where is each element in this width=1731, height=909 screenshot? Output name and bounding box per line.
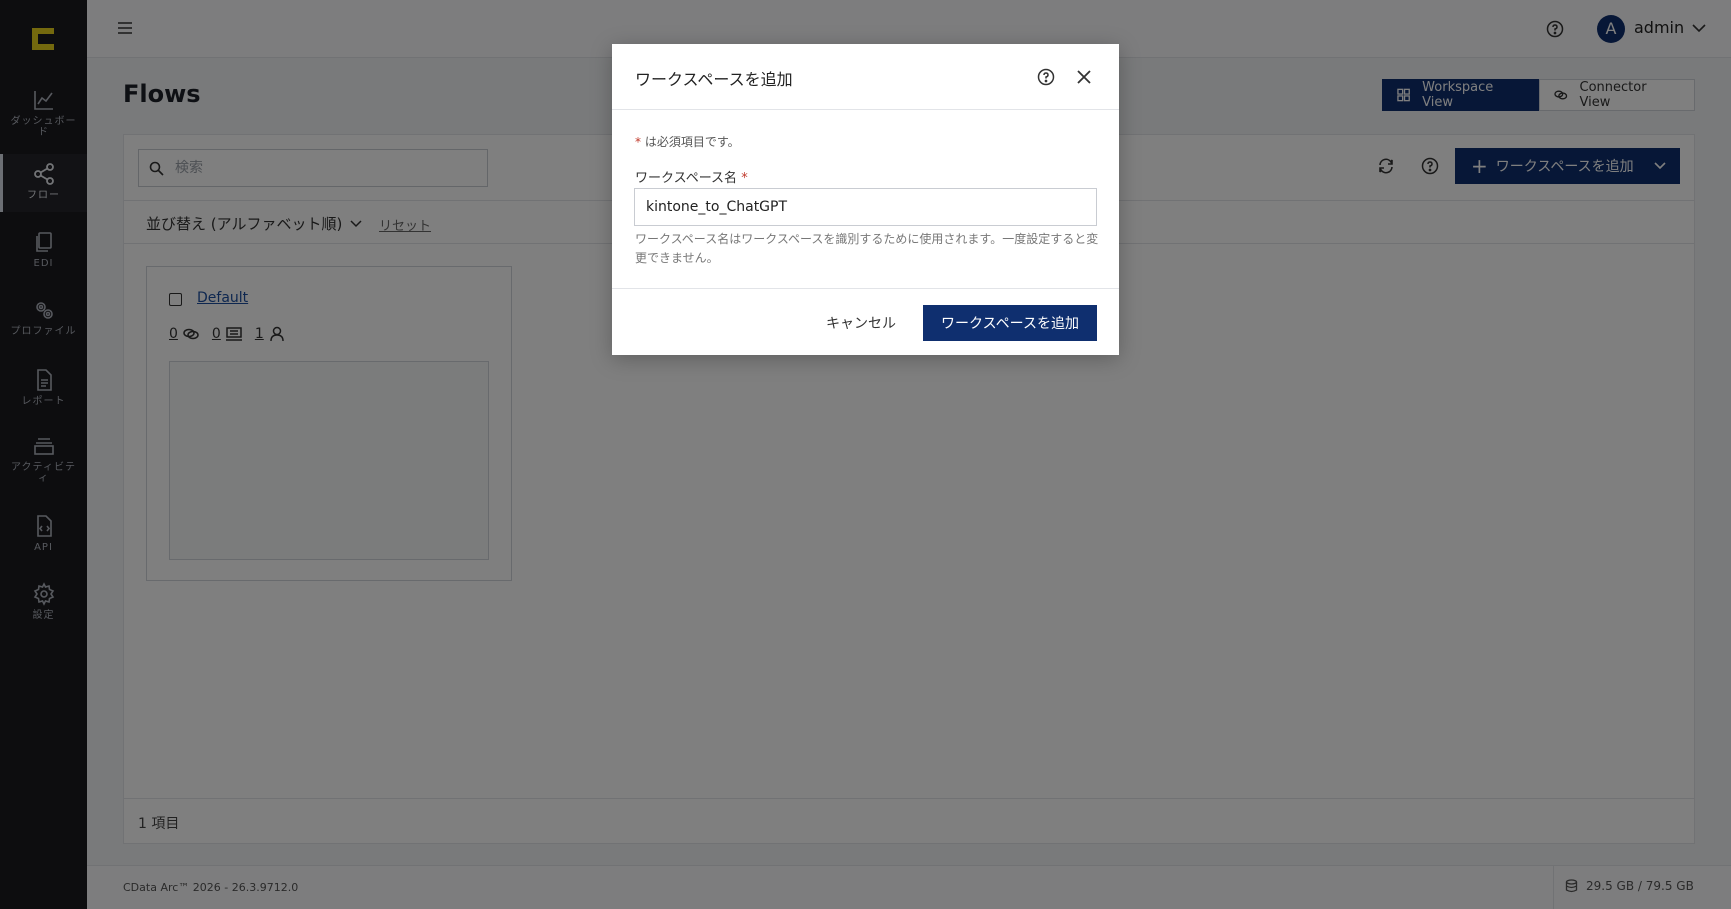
required-note-text: は必須項目です。: [644, 135, 740, 149]
add-workspace-submit-button[interactable]: ワークスペースを追加: [923, 305, 1097, 341]
field-label-text: ワークスペース名: [635, 171, 738, 186]
add-workspace-dialog: ワークスペースを追加 * は必須項目です。 ワークスペース名 * ワークスペース…: [612, 44, 1119, 355]
workspace-name-input[interactable]: [634, 188, 1097, 226]
required-note: * は必須項目です。: [635, 133, 740, 150]
required-star: *: [635, 135, 641, 149]
dialog-title: ワークスペースを追加: [635, 70, 793, 89]
field-help-text: ワークスペース名はワークスペースを識別するために使用されます。一度設定すると変更…: [635, 232, 1099, 265]
divider: [612, 288, 1119, 289]
required-star: *: [741, 171, 748, 186]
workspace-name-label: ワークスペース名 *: [635, 167, 748, 186]
help-icon[interactable]: [1037, 68, 1055, 86]
cancel-button[interactable]: キャンセル: [826, 313, 896, 333]
divider: [612, 109, 1119, 110]
close-icon[interactable]: [1075, 68, 1093, 86]
